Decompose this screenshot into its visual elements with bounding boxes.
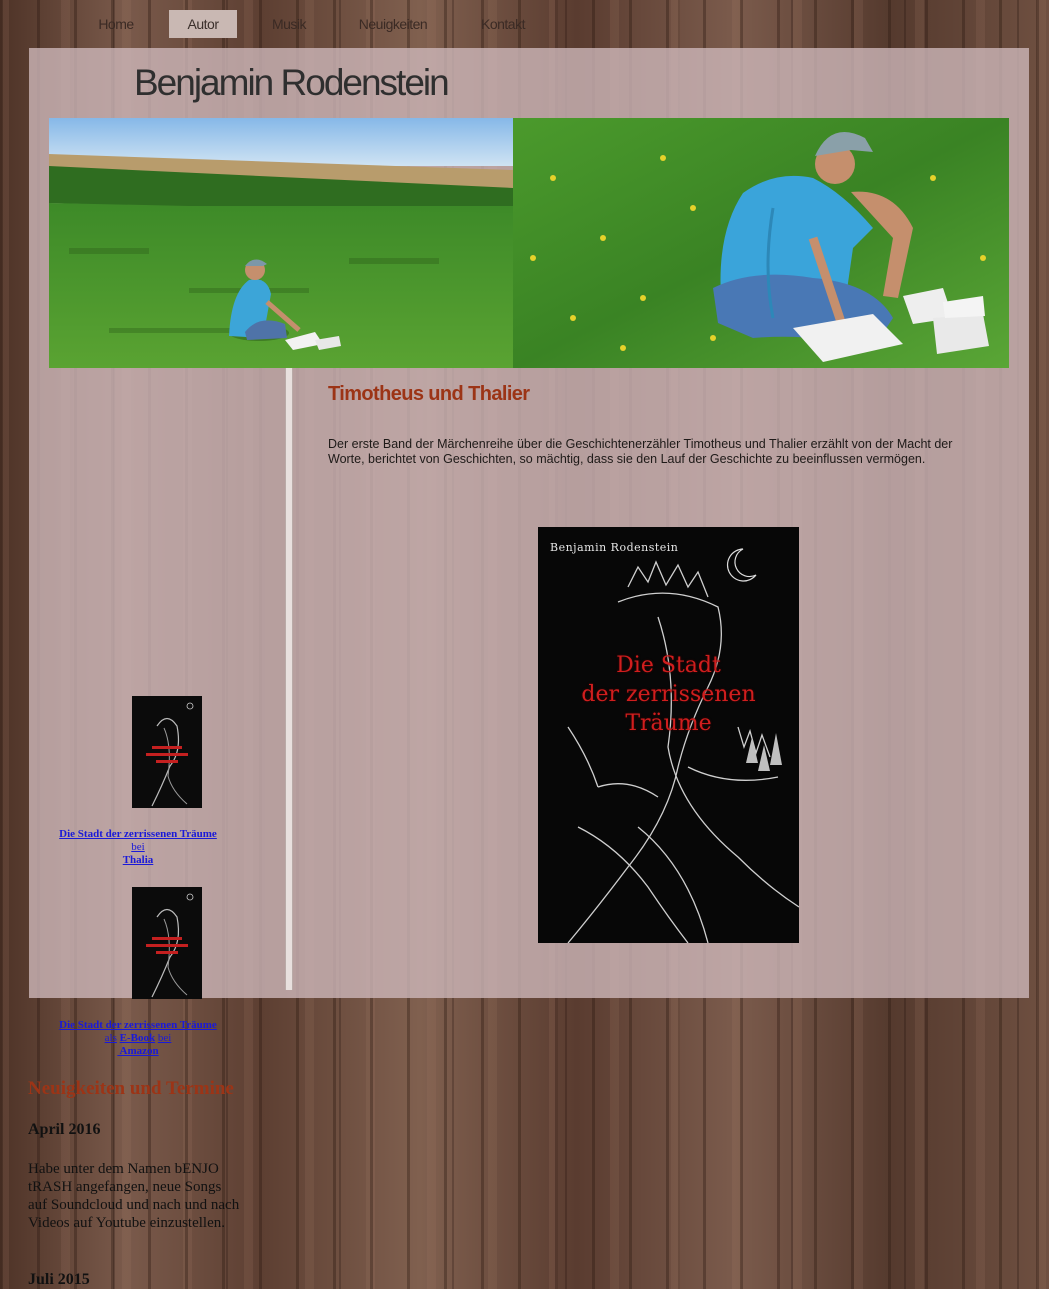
book-cover-thumbnail[interactable] (132, 887, 202, 999)
book-cover-art (132, 696, 202, 808)
news-date: April 2016 (28, 1121, 101, 1138)
book-link-prefix[interactable]: als (105, 1032, 117, 1044)
news-date: Juli 2015 (28, 1271, 90, 1288)
ebook-format-link[interactable]: E-Book (120, 1032, 155, 1044)
nav-item-musik[interactable]: Musik (268, 10, 310, 38)
book-link-prefix[interactable]: bei (158, 1032, 171, 1044)
news-heading: Neuigkeiten und Termine (28, 1078, 234, 1099)
book-cover-image: Benjamin Rodenstein Die Stadt der zerris… (538, 527, 799, 943)
book-cover-art (132, 887, 202, 999)
nav-item-home[interactable]: Home (96, 10, 136, 38)
nav-item-kontakt[interactable]: Kontakt (478, 10, 528, 38)
book-cover-thumbnail[interactable] (132, 696, 202, 808)
site-title: Benjamin Rodenstein (134, 62, 450, 103)
nav-item-autor[interactable]: Autor (169, 10, 237, 38)
main-navigation: Home Autor Musik Neuigkeiten Kontakt (0, 8, 1049, 40)
news-text: Habe unter dem Namen bENJO tRASH angefan… (28, 1161, 240, 1231)
nav-item-neuigkeiten[interactable]: Neuigkeiten (356, 10, 430, 38)
cover-author-name: Benjamin Rodenstein (550, 541, 679, 554)
book-link-prefix[interactable]: bei (38, 841, 238, 854)
book-link-thalia[interactable]: Die Stadt der zerrissenen Träume bei Tha… (38, 828, 238, 867)
book-title-link[interactable]: Die Stadt der zerrissenen Träume (38, 828, 238, 841)
sidebar-divider (285, 368, 293, 990)
cover-title-line: der zerrissenen (581, 682, 756, 707)
article-title: Timotheus und Thalier (328, 383, 530, 405)
article-text: Der erste Band der Märchenreihe über die… (328, 437, 953, 466)
store-link-thalia[interactable]: Thalia (38, 854, 238, 867)
banner-photo-field-closeup (513, 118, 1009, 368)
book-link-amazon[interactable]: Die Stadt der zerrissenen Träume als E-B… (38, 1019, 238, 1058)
sidebar: Die Stadt der zerrissenen Träume bei Tha… (0, 320, 257, 1288)
book-title-link[interactable]: Die Stadt der zerrissenen Träume (38, 1019, 238, 1032)
cover-title-line: Die Stadt (616, 653, 721, 678)
cover-title-line: Träume (625, 711, 712, 736)
store-link-amazon[interactable]: Amazon (38, 1045, 238, 1058)
cover-title: Die Stadt der zerrissenen Träume (538, 651, 799, 738)
